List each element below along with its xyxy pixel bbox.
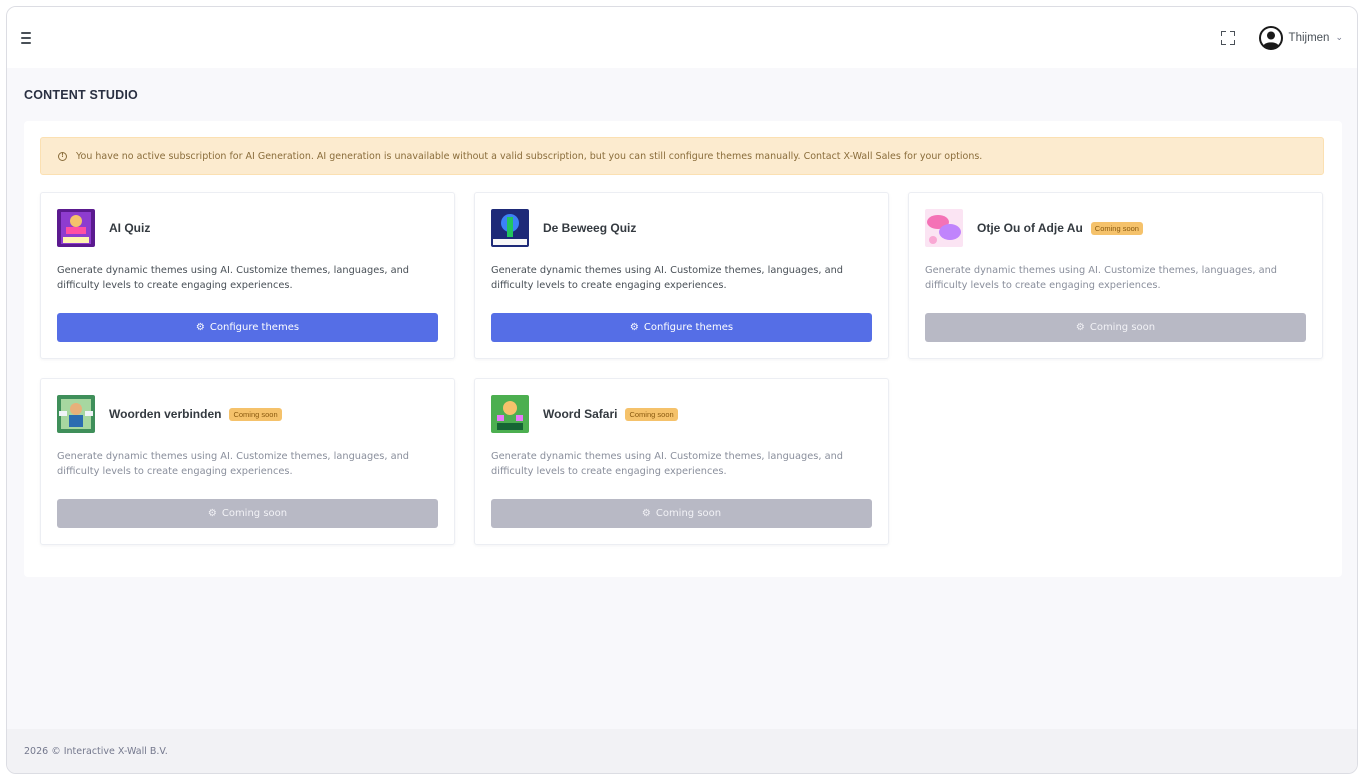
woord-safari-thumbnail xyxy=(491,395,529,433)
card-description: Generate dynamic themes using AI. Custom… xyxy=(57,265,410,291)
button-label: Coming soon xyxy=(1089,322,1156,333)
info-icon: ! xyxy=(58,151,67,161)
gear-icon: ⚙ xyxy=(1075,322,1085,333)
app-frame: Thijmen ⌄ CONTENT STUDIO ! You have no a… xyxy=(6,6,1358,774)
user-menu[interactable]: Thijmen ⌄ xyxy=(1258,25,1343,50)
card-title-row: Woorden verbinden Coming soon xyxy=(109,406,282,422)
card-title: AI Quiz xyxy=(109,221,151,235)
card-title: De Beweeg Quiz xyxy=(543,221,637,235)
hamburger-menu-icon[interactable] xyxy=(21,31,37,44)
game-card-de-beweeg-quiz: De Beweeg Quiz Generate dynamic themes u… xyxy=(474,192,889,359)
card-description: Generate dynamic themes using AI. Custom… xyxy=(491,265,844,291)
button-label: Coming soon xyxy=(221,508,288,519)
configure-themes-button[interactable]: ⚙ Configure themes xyxy=(491,313,872,342)
content-card: ! You have no active subscription for AI… xyxy=(24,121,1342,577)
woorden-verbinden-thumbnail xyxy=(57,395,95,433)
footer-copyright: 2026 © Interactive X-Wall B.V. xyxy=(24,745,168,757)
coming-soon-button: ⚙ Coming soon xyxy=(57,499,438,528)
ai-quiz-thumbnail xyxy=(57,209,95,247)
coming-soon-button: ⚙ Coming soon xyxy=(925,313,1306,342)
subscription-alert: ! You have no active subscription for AI… xyxy=(40,137,1324,175)
card-title: Woorden verbinden xyxy=(109,406,222,421)
game-card-otje-ou-of-adje-au: Otje Ou of Adje Au Coming soon Generate d… xyxy=(908,192,1323,359)
footer: 2026 © Interactive X-Wall B.V. xyxy=(7,729,1357,773)
user-circle-icon xyxy=(1258,25,1283,50)
card-description: Generate dynamic themes using AI. Custom… xyxy=(491,451,844,477)
chevron-down-icon: ⌄ xyxy=(1335,32,1343,43)
user-name: Thijmen xyxy=(1288,31,1330,44)
coming-soon-badge: Coming soon xyxy=(625,408,678,422)
alert-text: You have no active subscription for AI G… xyxy=(76,150,983,162)
otje-ou-thumbnail xyxy=(925,209,963,247)
card-title-row: Woord Safari Coming soon xyxy=(543,406,678,422)
coming-soon-button: ⚙ Coming soon xyxy=(491,499,872,528)
button-label: Coming soon xyxy=(655,508,722,519)
topbar-actions: Thijmen ⌄ xyxy=(1220,25,1343,50)
button-label: Configure themes xyxy=(209,322,300,333)
game-card-woord-safari: Woord Safari Coming soon Generate dynamic… xyxy=(474,378,889,545)
card-description: Generate dynamic themes using AI. Custom… xyxy=(57,451,410,477)
topbar: Thijmen ⌄ xyxy=(7,7,1357,68)
gear-icon: ⚙ xyxy=(195,322,205,333)
configure-themes-button[interactable]: ⚙ Configure themes xyxy=(57,313,438,342)
coming-soon-badge: Coming soon xyxy=(229,408,282,422)
button-label: Configure themes xyxy=(643,322,734,333)
game-card-woorden-verbinden: Woorden verbinden Coming soon Generate dy… xyxy=(40,378,455,545)
fullscreen-icon[interactable] xyxy=(1220,30,1235,45)
gear-icon: ⚙ xyxy=(629,322,639,333)
card-title-row: Otje Ou of Adje Au Coming soon xyxy=(977,220,1143,236)
page-title: CONTENT STUDIO xyxy=(24,88,138,102)
card-title: Woord Safari xyxy=(543,406,618,421)
card-title: Otje Ou of Adje Au xyxy=(977,220,1083,235)
game-card-ai-quiz: AI Quiz Generate dynamic themes using AI… xyxy=(40,192,455,359)
de-beweeg-quiz-thumbnail xyxy=(491,209,529,247)
gear-icon: ⚙ xyxy=(207,508,217,519)
coming-soon-badge: Coming soon xyxy=(1090,222,1143,236)
card-description: Generate dynamic themes using AI. Custom… xyxy=(925,265,1278,291)
gear-icon: ⚙ xyxy=(641,508,651,519)
